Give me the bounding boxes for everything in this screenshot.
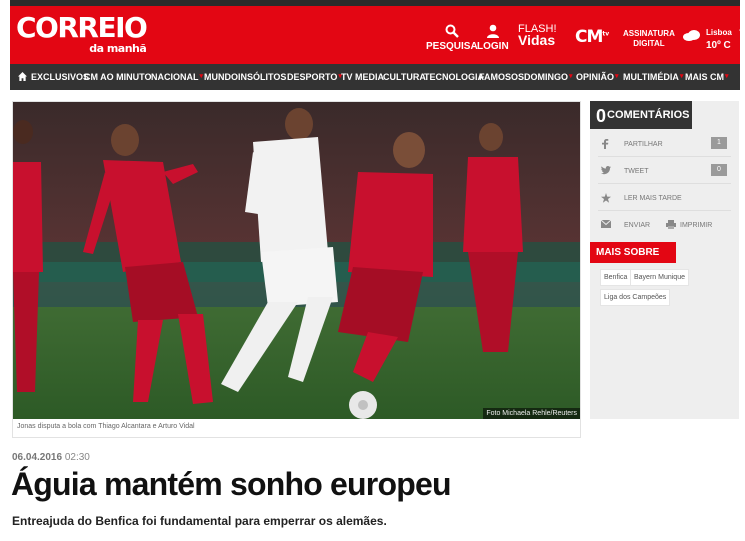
assinatura-line2: DIGITAL	[633, 39, 665, 48]
send-print-row: ENVIAR IMPRIMIR	[598, 212, 731, 238]
chevron-down-icon: ▾	[615, 73, 619, 80]
nav-item-cultura[interactable]: CULTURA	[383, 72, 426, 82]
article-date: 06.04.2016	[12, 452, 63, 463]
article-photo[interactable]: Foto Michaela Rehle/Reuters	[13, 102, 580, 419]
send-label[interactable]: ENVIAR	[624, 222, 650, 229]
article-time: 02:30	[64, 452, 90, 463]
football-photo-illustration	[13, 102, 580, 419]
flash-bottom-text: Vidas	[518, 32, 556, 48]
search-icon	[445, 24, 459, 38]
cm-tv-link[interactable]: CMtv	[575, 27, 609, 47]
nav-item-label: TV MEDIA	[341, 72, 385, 82]
facebook-icon	[602, 139, 609, 149]
photo-caption: Jonas disputa a bola com Thiago Alcantar…	[17, 423, 195, 430]
tweet-label: TWEET	[624, 168, 649, 175]
article-datetime: 06.04.2016 02:30	[12, 452, 90, 463]
site-header: CORREIO da manhã PESQUISA LOGIN FLASH! V…	[10, 6, 744, 64]
user-icon	[486, 24, 499, 38]
weather-city: Lisboa	[706, 28, 732, 37]
cm-tv-text: tv	[602, 30, 610, 38]
tweet-button[interactable]: TWEET 0	[598, 158, 731, 184]
print-icon[interactable]	[666, 220, 676, 229]
share-count: 1	[711, 137, 727, 149]
nav-item-label: MUNDO	[204, 72, 238, 82]
photo-credit: Foto Michaela Rehle/Reuters	[483, 408, 580, 419]
nav-item-label: DOMINGO	[524, 72, 568, 82]
nav-item-tv-media[interactable]: TV MEDIA	[341, 72, 384, 82]
article-lead: Entreajuda do Benfica foi fundamental pa…	[12, 514, 387, 528]
nav-item-label: MULTIMÉDIA	[623, 72, 679, 82]
tag-liga-campeoes[interactable]: Liga dos Campeões	[600, 289, 671, 306]
main-nav: EXCLUSIVOS CM AO MINUTO NACIONAL▾ MUNDO INSÓ…	[10, 64, 740, 90]
login-button[interactable]: LOGIN	[477, 24, 509, 52]
tag-bayern[interactable]: Bayern Munique	[630, 269, 689, 286]
logo-sub-text: da manhã	[89, 42, 147, 55]
mais-sobre-label: MAIS SOBRE	[596, 247, 660, 258]
comments-count: 0	[596, 106, 607, 126]
chevron-down-icon: ▾	[199, 73, 204, 80]
cm-logo-text: CM	[575, 27, 603, 47]
comments-label: COMENTÁRIOS	[607, 109, 690, 121]
nav-item-multimédia[interactable]: MULTIMÉDIA▾	[623, 72, 683, 82]
nav-item-label: OPINIÃO	[576, 72, 615, 82]
nav-item-label: FAMOSOS	[479, 72, 525, 82]
nav-item-cm-ao-minuto[interactable]: CM AO MINUTO	[84, 72, 152, 82]
article-sidebar: 0 COMENTÁRIOS PARTILHAR 1 TWEET 0 LER MA…	[590, 101, 739, 419]
weather-dropdown-icon: ▼	[738, 29, 744, 35]
nav-item-mais-cm[interactable]: MAIS CM▾	[685, 72, 729, 82]
chevron-down-icon: ▾	[569, 73, 573, 80]
nav-item-domingo[interactable]: DOMINGO▾	[524, 72, 573, 82]
nav-item-label: TECNOLOGIA	[424, 72, 484, 82]
assinatura-digital-link[interactable]: ASSINATURA DIGITAL	[623, 29, 675, 49]
nav-item-opinião[interactable]: OPINIÃO▾	[576, 72, 619, 82]
envelope-icon[interactable]	[601, 220, 611, 228]
read-later-label: LER MAIS TARDE	[624, 195, 682, 202]
comments-button[interactable]: 0 COMENTÁRIOS	[590, 101, 692, 129]
nav-item-label: NACIONAL	[151, 72, 199, 82]
search-label: PESQUISA	[426, 41, 478, 52]
home-icon[interactable]	[18, 72, 27, 81]
chevron-down-icon: ▾	[679, 73, 684, 80]
site-logo[interactable]: CORREIO da manhã	[16, 11, 148, 56]
tweet-count: 0	[711, 164, 727, 176]
print-label[interactable]: IMPRIMIR	[680, 222, 712, 229]
twitter-icon	[601, 166, 611, 175]
photo-frame: Foto Michaela Rehle/Reuters Jonas disput…	[12, 101, 581, 438]
nav-item-exclusivos[interactable]: EXCLUSIVOS	[31, 72, 89, 82]
nav-item-label: DESPORTO	[287, 72, 338, 82]
nav-item-desporto[interactable]: DESPORTO▾	[287, 72, 342, 82]
chevron-down-icon: ▾	[725, 73, 729, 80]
nav-item-label: CULTURA	[383, 72, 426, 82]
login-label: LOGIN	[477, 41, 509, 52]
nav-item-mundo[interactable]: MUNDO	[204, 72, 238, 82]
share-facebook-button[interactable]: PARTILHAR 1	[598, 131, 731, 157]
nav-item-label: MAIS CM	[685, 72, 724, 82]
logo-main-text: CORREIO	[16, 11, 148, 44]
nav-item-insólitos[interactable]: INSÓLITOS	[238, 72, 286, 82]
nav-item-nacional[interactable]: NACIONAL▾	[151, 72, 203, 82]
search-button[interactable]: PESQUISA	[426, 24, 478, 52]
nav-item-label: INSÓLITOS	[238, 72, 287, 82]
cloud-icon	[683, 30, 700, 41]
mais-sobre-header: MAIS SOBRE	[590, 242, 676, 263]
flash-vidas-link[interactable]: FLASH! Vidas	[518, 24, 557, 48]
share-label: PARTILHAR	[624, 141, 663, 148]
read-later-button[interactable]: LER MAIS TARDE	[598, 185, 731, 211]
nav-item-famosos[interactable]: FAMOSOS	[479, 72, 524, 82]
assinatura-line1: ASSINATURA	[623, 29, 675, 38]
nav-item-label: EXCLUSIVOS	[31, 72, 90, 82]
nav-item-tecnologia[interactable]: TECNOLOGIA	[424, 72, 484, 82]
weather-temp: 10º C	[706, 40, 731, 51]
nav-item-label: CM AO MINUTO	[84, 72, 152, 82]
article-title: Águia mantém sonho europeu	[11, 466, 451, 502]
star-icon	[601, 193, 611, 203]
tag-benfica[interactable]: Benfica	[600, 269, 632, 286]
